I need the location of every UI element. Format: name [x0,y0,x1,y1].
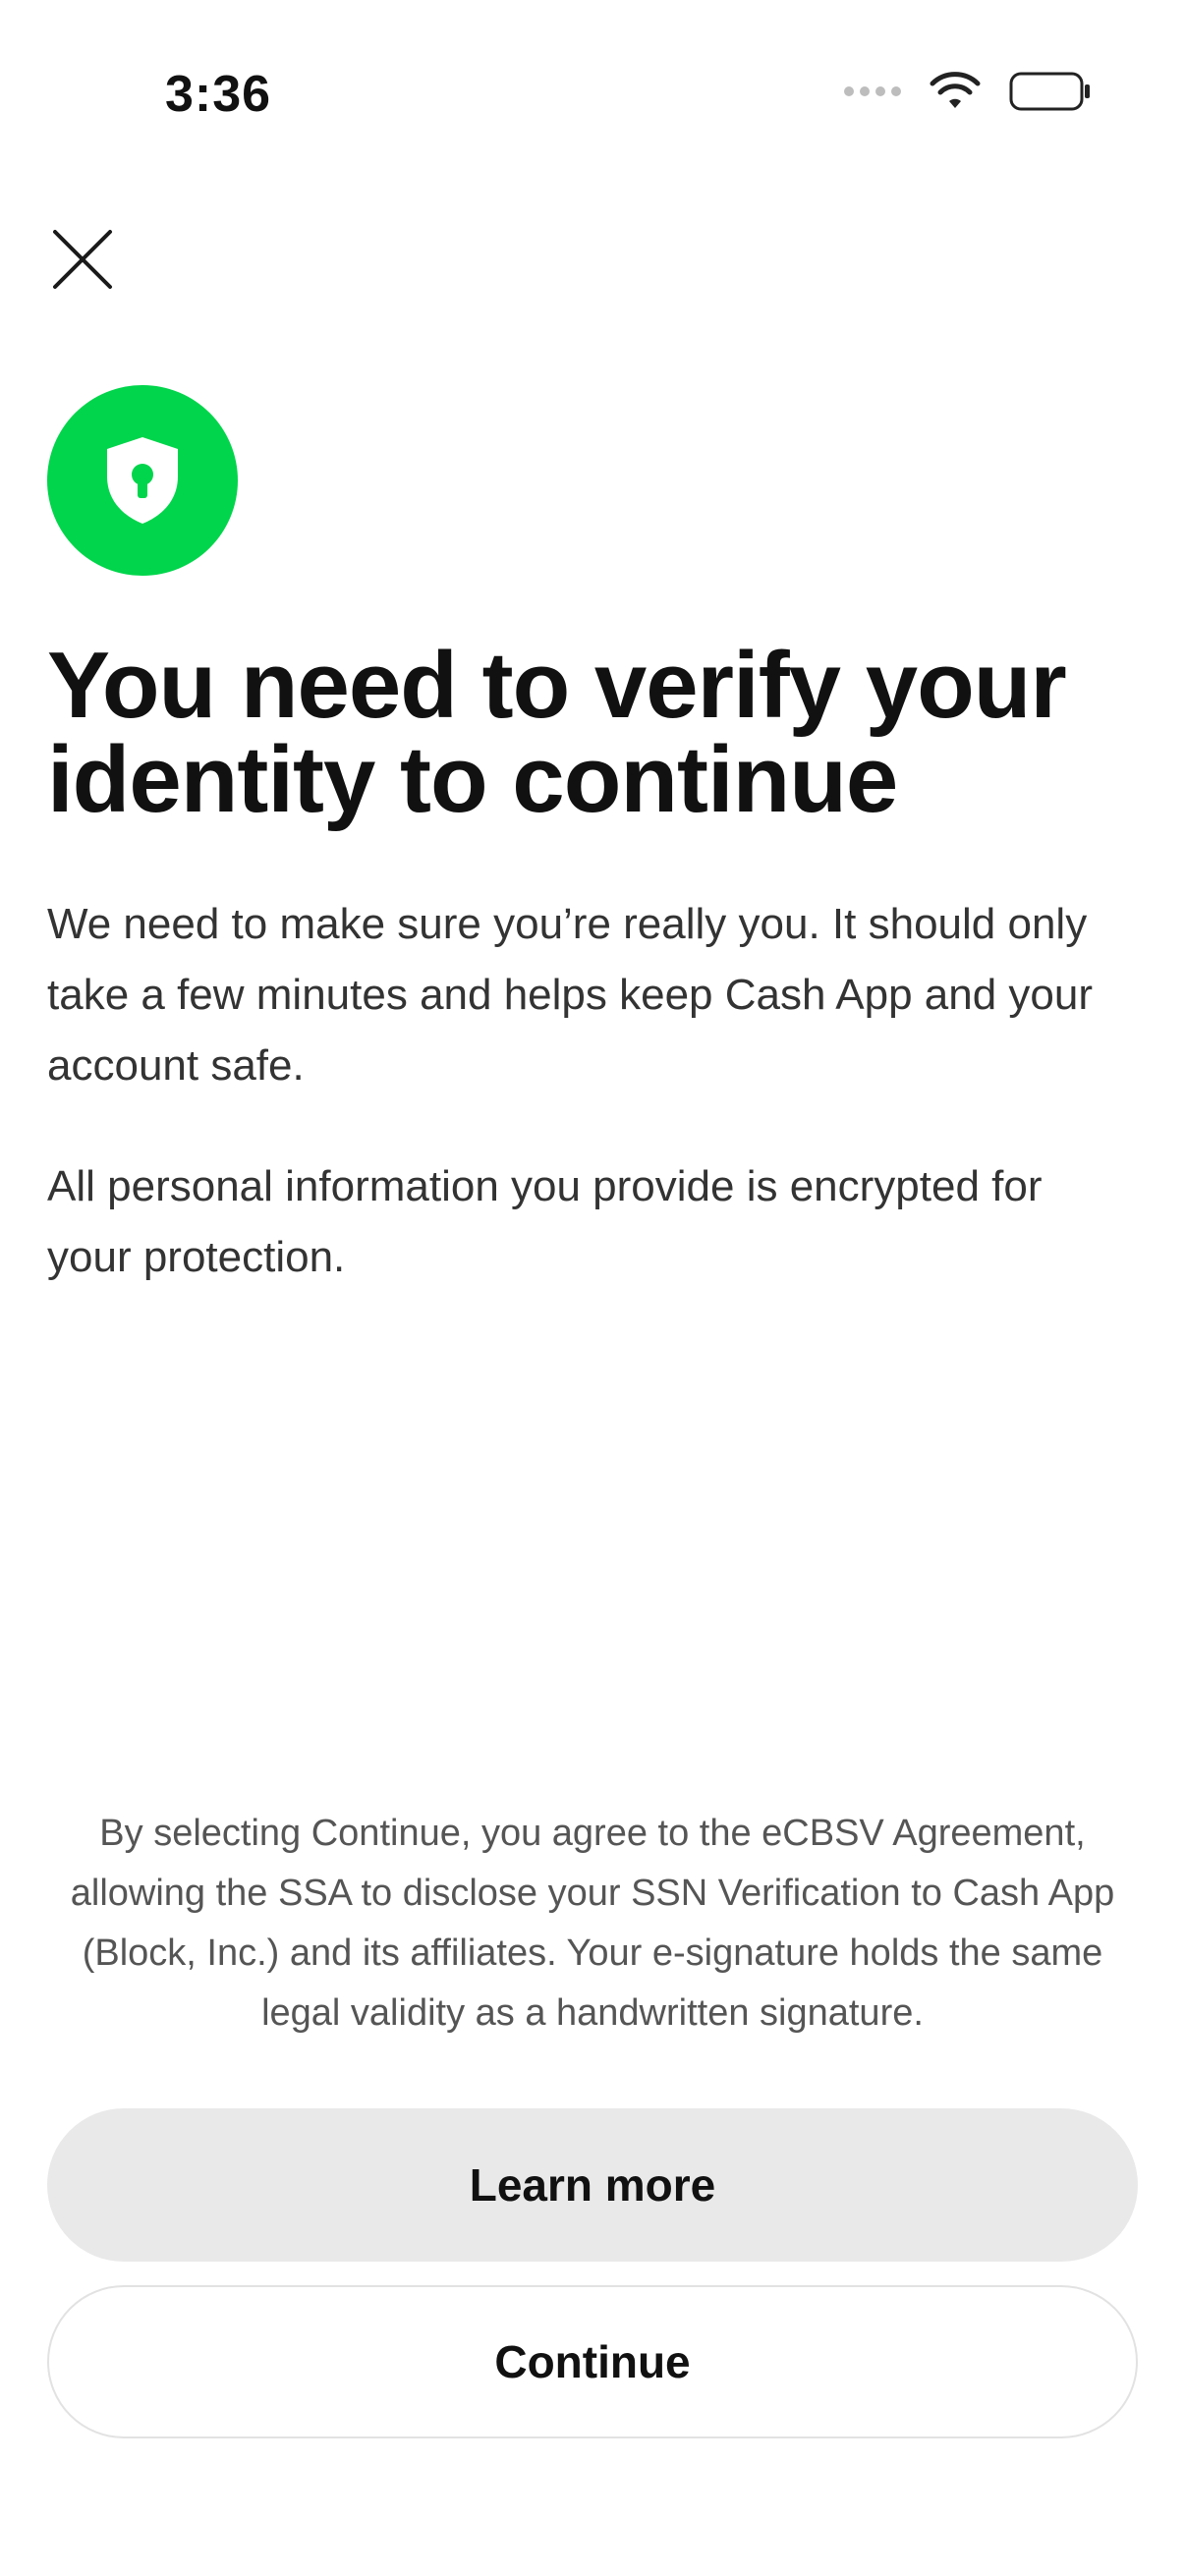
continue-button[interactable]: Continue [47,2285,1138,2438]
status-icons [844,71,1092,112]
status-time: 3:36 [165,66,272,123]
cellular-signal-icon [844,86,901,96]
battery-icon [1009,72,1090,111]
description-text: We need to make sure you’re really you. … [47,900,1094,1090]
close-icon [53,230,112,289]
wifi-icon [930,72,981,108]
legal-disclaimer: By selecting Continue, you agree to the … [70,1813,1115,2034]
shield-lock-icon [107,437,178,524]
encryption-note: All personal information you provide is … [47,1162,1043,1281]
page-title: You need to verify your identity to cont… [47,633,1067,832]
status-bar: 3:36 [0,0,1185,196]
learn-more-button[interactable]: Learn more [47,2108,1138,2262]
close-button[interactable] [47,224,118,295]
verification-badge [47,385,238,576]
